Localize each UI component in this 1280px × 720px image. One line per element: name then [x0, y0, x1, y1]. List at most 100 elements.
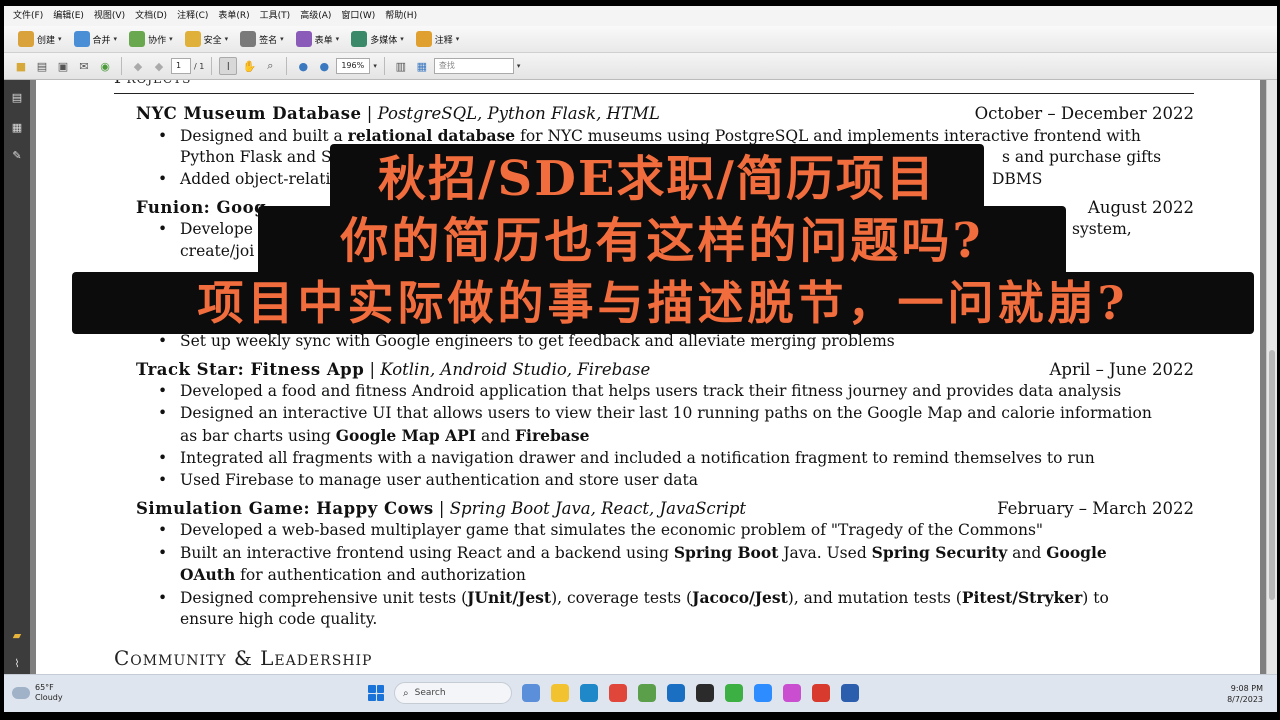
toolbar-button-create[interactable]: 创建 ▾	[12, 28, 68, 50]
comments-icon[interactable]: ▰	[10, 628, 24, 642]
toolbar-button-label: 签名	[259, 35, 278, 46]
toolbar-button-collaborate[interactable]: 协作 ▾	[123, 28, 179, 50]
windows-taskbar: 65°F Cloudy ⌕ Search 9:08 PM 8/7/2023	[4, 674, 1277, 712]
bullet-item: • Designed and built a relational databas…	[158, 126, 1141, 145]
chrome-icon[interactable]	[609, 684, 627, 702]
menu-file[interactable]: 文件(F)	[8, 6, 48, 26]
chevron-down-icon: ▾	[455, 35, 460, 43]
copilot-icon[interactable]	[522, 684, 540, 702]
search-icon: ⌕	[403, 687, 409, 699]
edge-icon[interactable]	[580, 684, 598, 702]
toolbar-button-comment[interactable]: 注释 ▾	[410, 28, 466, 50]
acrobat-icon[interactable]	[812, 684, 830, 702]
hand-tool-icon[interactable]: ✋	[240, 57, 258, 75]
toolbar-button-pen[interactable]: 签名 ▾	[234, 28, 290, 50]
bullet-dot: •	[158, 332, 168, 350]
bullet-text: ) to	[1082, 589, 1109, 607]
outlook-icon[interactable]	[667, 684, 685, 702]
toolbar-button-lock[interactable]: 安全 ▾	[179, 28, 235, 50]
email-icon[interactable]: ✉	[75, 57, 93, 75]
pages-icon[interactable]: ▤	[10, 90, 24, 104]
section-title-projects: Projects	[114, 80, 191, 88]
tool-icon[interactable]	[638, 684, 656, 702]
wechat-icon[interactable]	[725, 684, 743, 702]
overlay-title-line-1: 秋招/SDE求职/简历项目	[330, 144, 984, 214]
vertical-scrollbar[interactable]	[1266, 80, 1277, 674]
previous-page-icon[interactable]: ◆	[129, 57, 147, 75]
files-icon[interactable]	[551, 684, 569, 702]
fit-width-icon[interactable]: ▦	[413, 57, 431, 75]
menu-window[interactable]: 窗口(W)	[336, 6, 380, 26]
open-folder-icon[interactable]: ■	[12, 57, 30, 75]
menu-forms[interactable]: 表单(R)	[213, 6, 254, 26]
toolbar-button-label: 表单	[314, 35, 333, 46]
word-icon[interactable]	[841, 684, 859, 702]
bullet-text: ), coverage tests (	[551, 589, 693, 607]
overlay-title-line-2: 你的简历也有这样的问题吗?	[258, 206, 1066, 276]
taskbar-search[interactable]: ⌕ Search	[394, 682, 512, 704]
page-total: / 1	[194, 61, 205, 71]
scrollbar-thumb[interactable]	[1269, 350, 1275, 600]
bullet-text: and	[476, 427, 516, 445]
toolbar-button-combine[interactable]: 合并 ▾	[68, 28, 124, 50]
bullet-item: • Developed a web-based multiplayer game …	[158, 521, 1043, 539]
project-date: October – December 2022	[974, 104, 1194, 123]
fit-page-icon[interactable]: ▥	[392, 57, 410, 75]
bullet-bold: OAuth	[180, 565, 236, 584]
bookmarks-icon[interactable]: ▦	[10, 120, 24, 134]
pen-icon	[240, 31, 257, 47]
save-icon[interactable]: ▣	[54, 57, 72, 75]
menu-advanced[interactable]: 高级(A)	[295, 6, 336, 26]
zoom-tool-icon[interactable]: ⌕	[261, 57, 279, 75]
menu-tools[interactable]: 工具(T)	[255, 6, 296, 26]
attachments-icon[interactable]: ⌇	[10, 656, 24, 670]
combine-icon	[73, 31, 90, 47]
select-cursor-icon[interactable]: I	[219, 57, 238, 75]
system-clock[interactable]: 9:08 PM 8/7/2023	[1227, 683, 1263, 705]
project-date: April – June 2022	[1049, 360, 1194, 379]
bullet-item: • Used Firebase to manage user authentica…	[158, 471, 698, 489]
project-header: NYC Museum Database | PostgreSQL, Python…	[136, 104, 660, 123]
zoom-in-icon[interactable]: ●	[315, 57, 333, 75]
windows-start-icon[interactable]	[368, 685, 384, 701]
signatures-icon[interactable]: ✎	[10, 148, 24, 162]
chevron-down-icon[interactable]: ▾	[517, 62, 521, 70]
bullet-text: Added object-relati	[180, 170, 331, 188]
bullet-dot: •	[158, 544, 168, 562]
menu-document[interactable]: 文档(D)	[130, 6, 172, 26]
find-input[interactable]: 查找	[433, 58, 514, 74]
chevron-down-icon: ▾	[224, 35, 229, 43]
bullet-continuation: as bar charts using Google Map API and F…	[180, 426, 589, 445]
bullet-bold: Firebase	[515, 426, 590, 445]
chevron-down-icon[interactable]: ▾	[373, 62, 377, 70]
print-icon[interactable]: ▤	[33, 57, 51, 75]
task-toolbar: 创建 ▾ 合并 ▾ 协作 ▾ 安全 ▾ 签名 ▾ 表单 ▾ 多媒体 ▾ 注释 ▾	[4, 26, 1277, 53]
bullet-continuation: ensure high code quality.	[180, 610, 378, 628]
zoom-out-icon[interactable]: ●	[294, 57, 312, 75]
bullet-bold: Spring Security	[871, 543, 1008, 562]
menu-comments[interactable]: 注释(C)	[172, 6, 213, 26]
zoom-icon[interactable]	[754, 684, 772, 702]
section-title-community: Community & Leadership	[114, 646, 373, 670]
terminal-icon[interactable]	[696, 684, 714, 702]
share-icon[interactable]: ◉	[96, 57, 114, 75]
bullet-item: • Designed comprehensive unit tests (JUni…	[158, 588, 1109, 607]
chevron-down-icon: ▾	[400, 35, 404, 43]
toolbar-button-form[interactable]: 表单 ▾	[290, 28, 346, 50]
bullet-bold: Spring Boot	[673, 543, 779, 562]
menu-view[interactable]: 视图(V)	[89, 6, 130, 26]
colorful-app-icon[interactable]	[783, 684, 801, 702]
toolbar-divider	[121, 57, 122, 75]
toolbar-button-label: 安全	[203, 35, 222, 46]
toolbar-button-multimedia[interactable]: 多媒体 ▾	[345, 28, 410, 50]
next-page-icon[interactable]: ◆	[150, 57, 168, 75]
project-name: Funion: Goog	[136, 198, 267, 217]
bullet-text: for NYC museums using PostgreSQL and imp…	[515, 127, 1141, 145]
bullet-text: Used Firebase to manage user authenticat…	[180, 471, 698, 489]
navigation-panel: ▤ ▦ ✎ ▰ ⌇	[4, 80, 30, 674]
menu-edit[interactable]: 编辑(E)	[48, 6, 89, 26]
page-number-input[interactable]: 1	[171, 58, 191, 74]
weather-widget[interactable]: 65°F Cloudy	[12, 683, 63, 703]
zoom-level-select[interactable]: 196%	[336, 58, 371, 74]
menu-help[interactable]: 帮助(H)	[380, 6, 422, 26]
